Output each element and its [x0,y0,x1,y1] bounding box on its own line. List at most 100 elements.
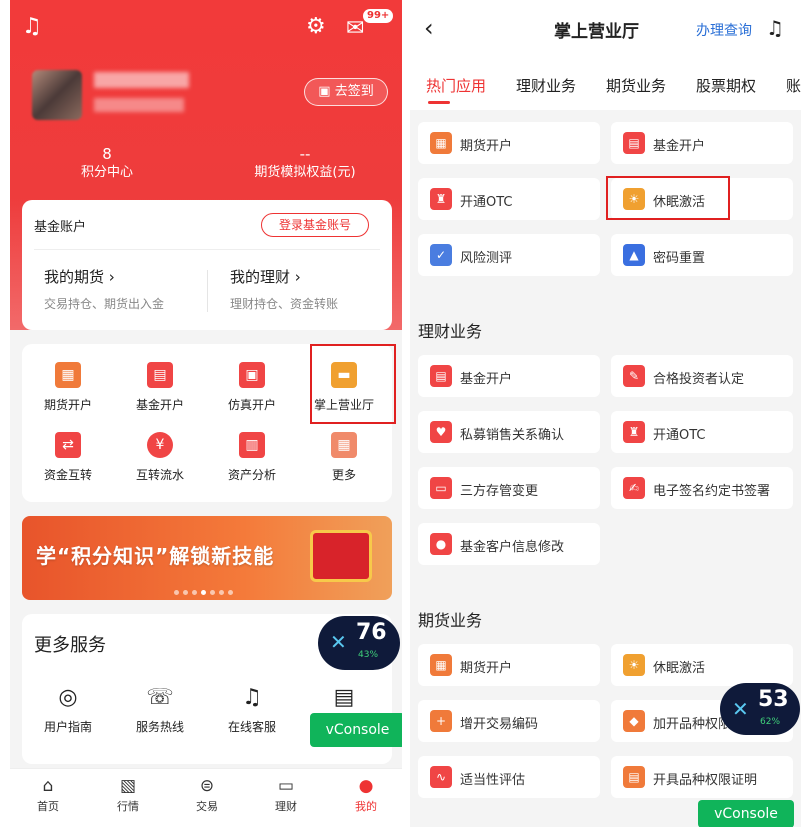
query-link[interactable]: 办理查询 [696,20,752,40]
my-finance-link[interactable]: 我的理财 › 理财持仓、资金转账 [230,266,338,312]
card-label: 期货开户 [460,139,513,154]
mail-icon[interactable]: ✉ [346,16,364,41]
fin-fund-open[interactable]: ▤ 基金开户 [418,355,600,397]
tab-finance[interactable]: ▭ 理财 [256,776,316,814]
card-label: 增开交易编码 [460,717,539,732]
divider [207,270,208,312]
card-label: 三方存管变更 [460,484,539,499]
user-name-blurred [94,72,189,88]
fut-futures-open[interactable]: ▦ 期货开户 [418,644,600,686]
service-user-guide[interactable]: ◎ 用户指南 [28,684,108,735]
grid-item-sim-open[interactable]: ▣ 仿真开户 [206,362,298,413]
fin-otc-open[interactable]: ♜ 开通OTC [611,411,793,453]
perf-value: 76 [356,620,387,645]
stat-sim-equity[interactable]: -- 期货模拟权益(元) [220,144,390,182]
hot-fund-open[interactable]: ▤ 基金开户 [611,122,793,164]
home-icon: ⌂ [42,776,54,796]
otc-icon: ♜ [623,421,645,443]
headset-icon[interactable]: ♫ [766,16,784,40]
grid-item-futures-open[interactable]: ▦ 期货开户 [22,362,114,413]
checkin-label: 去签到 [334,84,374,99]
service-label: 用户指南 [43,720,92,734]
tab-stock-options[interactable]: 股票期权 [696,75,756,96]
fund-login-button[interactable]: 登录基金账号 [261,213,369,237]
my-futures-link[interactable]: 我的期货 › 交易持仓、期货出入金 [44,266,164,312]
fin-custody-change[interactable]: ▭ 三方存管变更 [418,467,600,509]
tab-futures[interactable]: 期货业务 [606,75,666,96]
headset-icon[interactable]: ♫ [22,14,42,39]
stat-value: -- [299,145,311,163]
notification-badge: 99+ [363,9,394,23]
grid-label: 资产分析 [227,468,276,482]
tab-account[interactable]: 账 [786,75,801,96]
card-label: 基金客户信息修改 [460,540,565,555]
fut-suitability-assessment[interactable]: ∿ 适当性评估 [418,756,600,798]
shield-icon: ◆ [623,710,645,732]
id-card-icon: ▤ [430,365,452,387]
tab-finance[interactable]: 理财业务 [516,75,576,96]
tab-mine[interactable]: ● 我的 [336,776,396,814]
tab-home[interactable]: ⌂ 首页 [18,776,78,814]
fan-icon: ✕ [732,697,749,721]
document-icon: ▤ [623,766,645,788]
stat-points[interactable]: 8 积分中心 [22,144,192,182]
carousel-dot [192,590,197,595]
hot-password-reset[interactable]: ▲ 密码重置 [611,234,793,276]
trade-icon: ⊜ [199,776,215,796]
grid-item-fund-transfer[interactable]: ⇄ 资金互转 [22,432,114,483]
fin-fund-info-edit[interactable]: ● 基金客户信息修改 [418,523,600,565]
grid-item-asset-analysis[interactable]: ▥ 资产分析 [206,432,298,483]
otc-icon: ♜ [430,188,452,210]
tab-trade[interactable]: ⊜ 交易 [177,776,237,814]
tab-label: 我的 [355,800,377,813]
user-icon: ● [358,776,374,796]
service-list[interactable]: ▤ [304,684,384,712]
service-hotline[interactable]: ☏ 服务热线 [120,684,200,735]
service-online-support[interactable]: ♫ 在线客服 [212,684,292,735]
card-icon: ▭ [430,477,452,499]
perf-monitor-widget[interactable]: ✕ 53 62% [720,683,800,735]
stat-label: 期货模拟权益(元) [254,165,356,180]
banner-text: 学“积分知识”解锁新技能 [36,544,275,568]
fut-dormant-activate[interactable]: ☀ 休眠激活 [611,644,793,686]
section-title-finance: 理财业务 [418,322,483,341]
grid-label: 更多 [331,468,356,482]
back-icon[interactable]: ‹ [424,14,434,42]
tab-label: 行情 [117,800,139,813]
avatar[interactable] [32,70,82,120]
grid-item-transfer-log[interactable]: ¥ 互转流水 [114,432,206,483]
perf-monitor-widget[interactable]: ✕ 76 43% [318,616,400,670]
yen-icon: ¥ [147,432,173,458]
card-label: 加开品种权限 [653,717,732,732]
fin-e-signature[interactable]: ✍ 电子签名约定书签署 [611,467,793,509]
hot-risk-assessment[interactable]: ✓ 风险测评 [418,234,600,276]
fut-add-trading-code[interactable]: + 增开交易编码 [418,700,600,742]
grid-label: 资金互转 [43,468,92,482]
gavel-icon: ✎ [623,365,645,387]
highlight-box [606,176,730,220]
carousel-dot [219,590,224,595]
grid-item-fund-open[interactable]: ▤ 基金开户 [114,362,206,413]
hot-futures-open[interactable]: ▦ 期货开户 [418,122,600,164]
my-finance-title: 我的理财 › [230,268,301,286]
grid-label: 基金开户 [135,398,184,412]
carousel-dot [210,590,215,595]
tab-hot-apps[interactable]: 热门应用 [426,75,486,96]
grid-label: 仿真开户 [227,398,276,412]
hot-otc-open[interactable]: ♜ 开通OTC [418,178,600,220]
checkin-button[interactable]: ▣ 去签到 [304,78,388,106]
fin-private-sales-confirm[interactable]: ♥ 私募销售关系确认 [418,411,600,453]
my-finance-sub: 理财持仓、资金转账 [230,297,339,311]
user-id-blurred [94,98,184,112]
tab-quotes[interactable]: ▧ 行情 [98,776,158,814]
fin-qualified-investor[interactable]: ✎ 合格投资者认定 [611,355,793,397]
calendar-icon: ▦ [55,362,81,388]
check-icon: ✓ [430,244,452,266]
gear-icon[interactable]: ⚙ [306,14,326,39]
phone-icon: ☏ [146,685,174,710]
vconsole-button[interactable]: vConsole [698,800,794,827]
stat-label: 积分中心 [80,165,133,180]
fut-permission-certificate[interactable]: ▤ 开具品种权限证明 [611,756,793,798]
vconsole-button[interactable]: vConsole [310,713,402,747]
grid-item-more[interactable]: ▦ 更多 [298,432,390,483]
